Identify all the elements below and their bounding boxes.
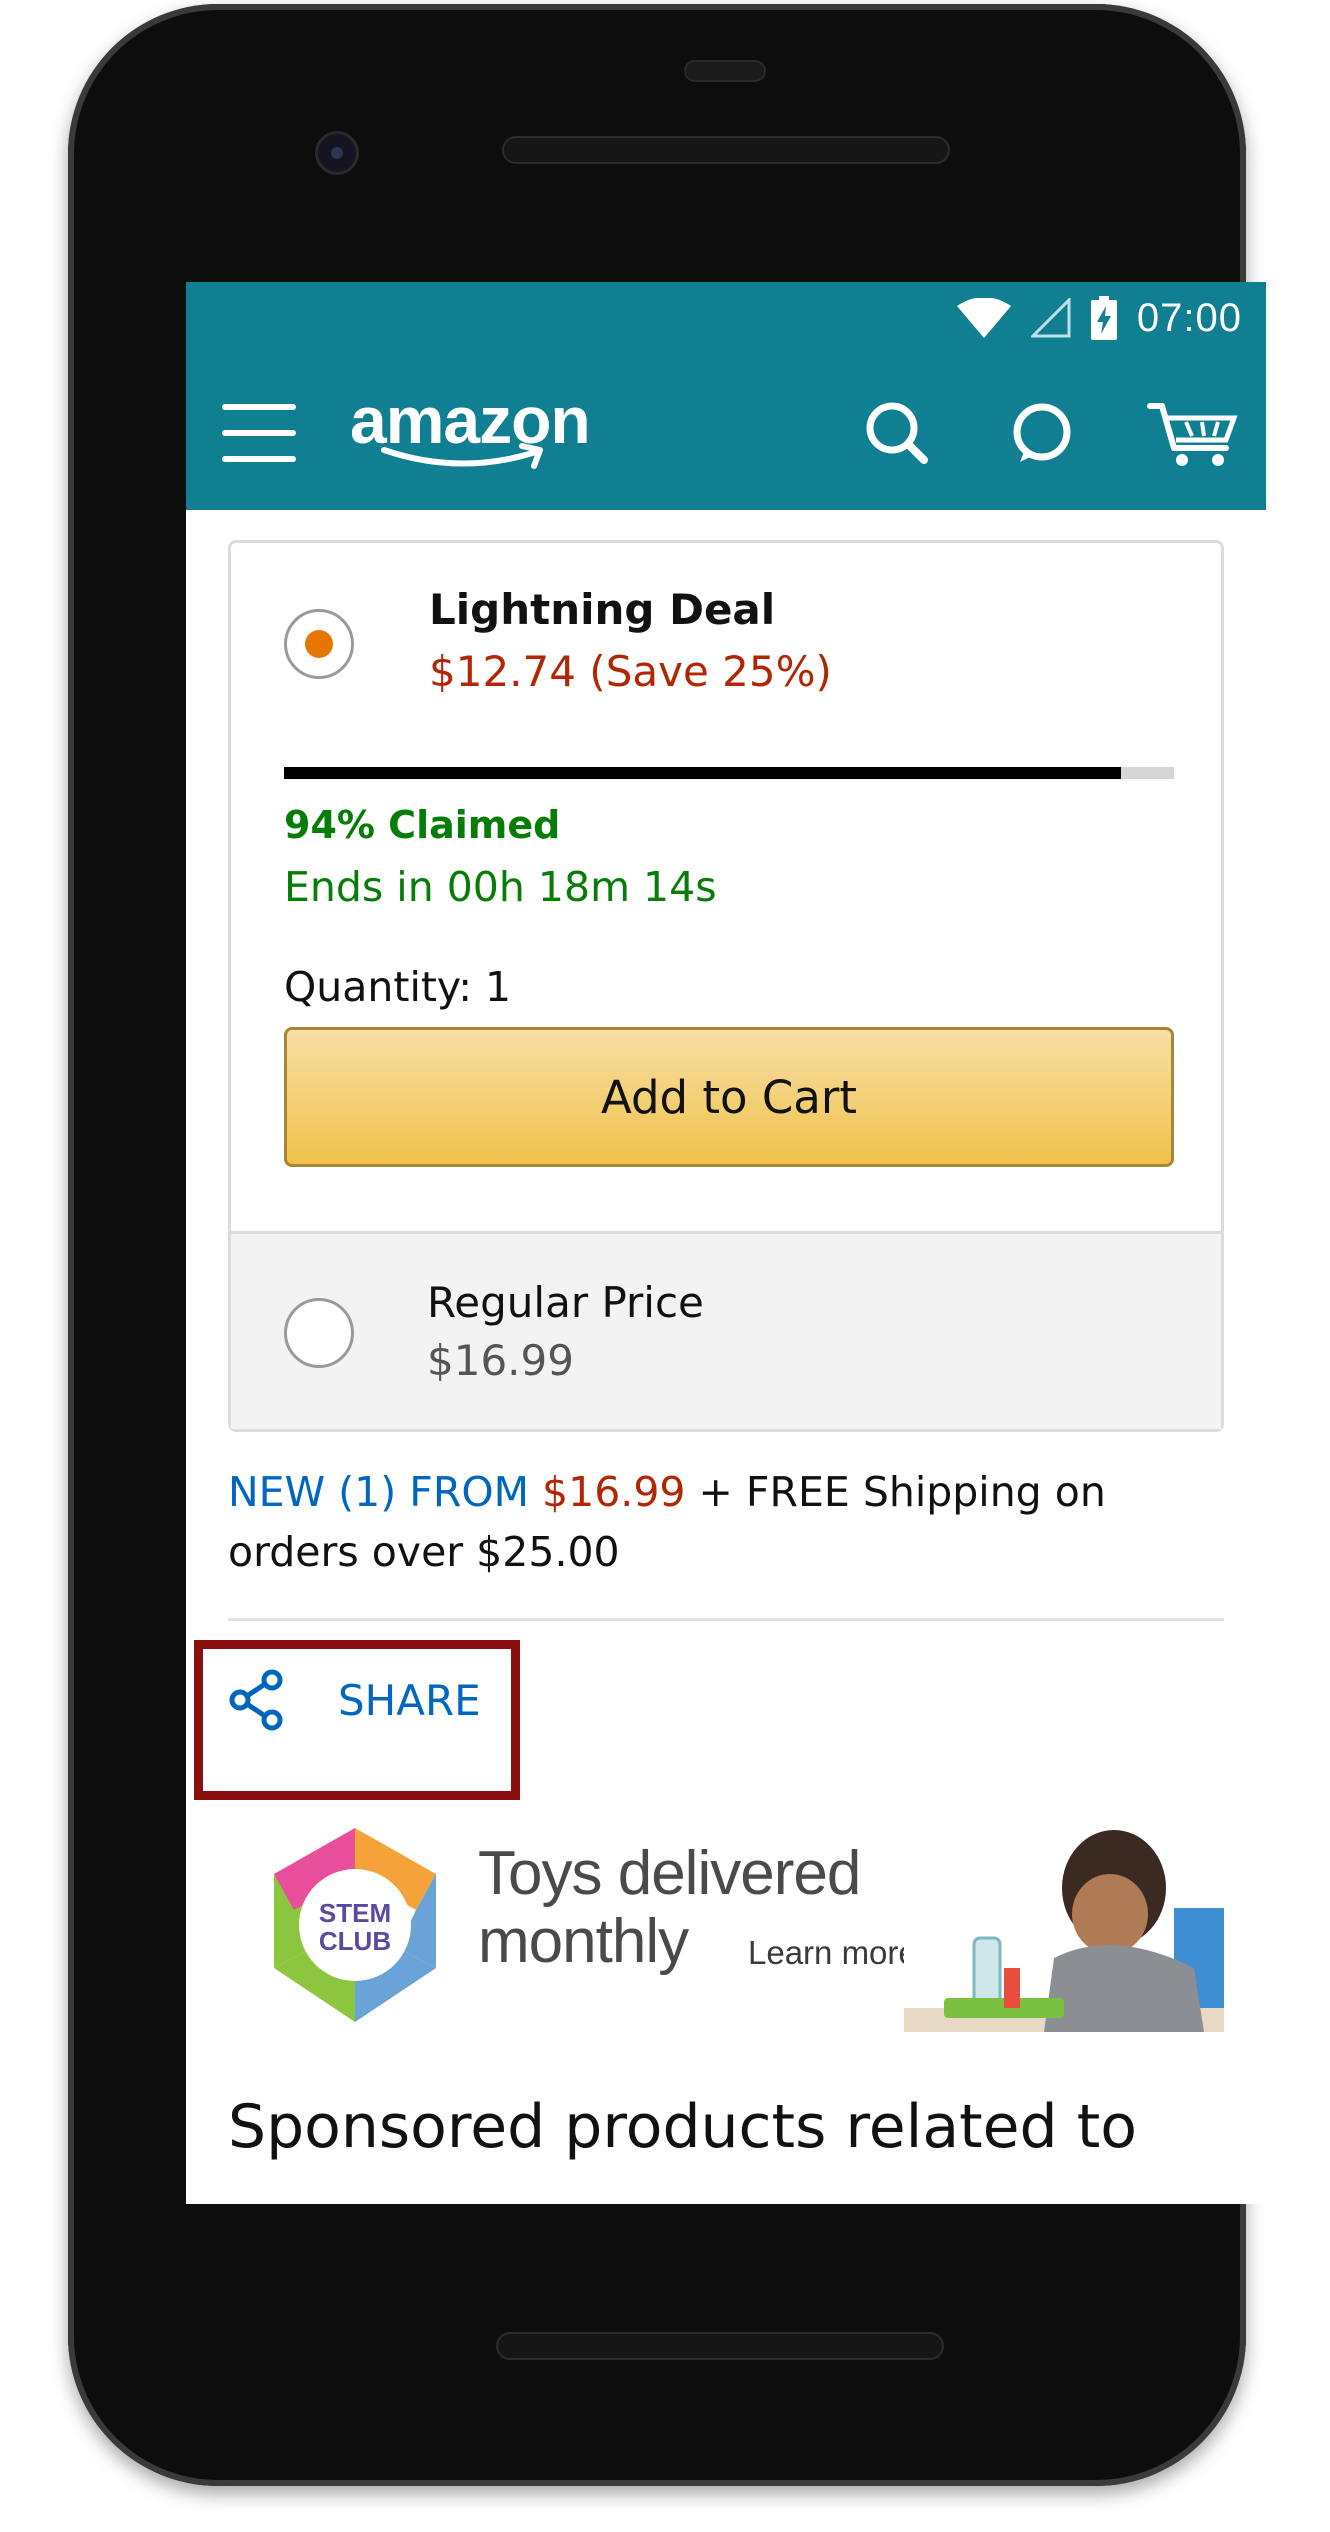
claimed-label: 94% Claimed <box>284 803 561 847</box>
quantity-selector[interactable]: Quantity: 1 <box>284 963 511 1011</box>
buying-options-box: Lightning Deal $12.74 (Save 25%) 94% Cla… <box>228 540 1224 1432</box>
stem-club-logo: STEM CLUB <box>274 1828 436 2022</box>
cart-icon[interactable] <box>1146 392 1242 472</box>
badge-line-1: STEM <box>319 1898 391 1928</box>
wifi-icon <box>956 298 1011 338</box>
smile-arrow-icon <box>381 443 543 469</box>
sponsored-heading: Sponsored products related to <box>228 2092 1137 2162</box>
divider <box>228 1618 1224 1621</box>
badge-line-2: CLUB <box>319 1926 391 1956</box>
alexa-icon[interactable] <box>1002 392 1082 472</box>
claimed-progress-bar <box>284 767 1174 779</box>
battery-charging-icon <box>1090 296 1117 340</box>
banner-headline-2: monthly <box>478 1907 689 1976</box>
new-offers-link[interactable]: NEW (1) FROM <box>228 1468 529 1516</box>
banner-headline-1: Toys delivered <box>478 1839 861 1908</box>
offer-listing: NEW (1) FROM $16.99 + FREE Shipping on o… <box>228 1462 1224 1582</box>
regular-price-title: Regular Price <box>427 1278 704 1327</box>
bottom-speaker <box>496 2332 944 2360</box>
phone-frame: 07:00 amazon Lightning Deal $12.74 (Save… <box>68 4 1266 2486</box>
menu-icon[interactable] <box>222 404 296 464</box>
search-icon[interactable] <box>858 392 938 472</box>
lightning-deal-price: $12.74 (Save 25%) <box>429 647 832 696</box>
front-camera <box>315 131 359 175</box>
top-sensor <box>684 60 766 82</box>
child-playing-photo <box>904 1818 1224 2032</box>
deal-countdown: Ends in 00h 18m 14s <box>284 863 717 911</box>
share-icon <box>229 1669 283 1731</box>
status-time: 07:00 <box>1136 295 1242 340</box>
regular-price-option[interactable]: Regular Price $16.99 <box>231 1231 1221 1429</box>
add-to-cart-button[interactable]: Add to Cart <box>284 1027 1174 1167</box>
regular-price-radio[interactable] <box>284 1298 354 1368</box>
share-button[interactable]: SHARE <box>228 1660 481 1740</box>
status-bar: 07:00 <box>186 282 1266 354</box>
offer-price: $16.99 <box>542 1468 686 1516</box>
lightning-deal-title: Lightning Deal <box>429 585 776 634</box>
shipping-text-2: orders over $25.00 <box>228 1528 620 1576</box>
amazon-logo[interactable]: amazon <box>350 382 630 482</box>
signal-icon <box>1030 298 1071 338</box>
lightning-deal-radio[interactable] <box>284 609 354 679</box>
stem-club-banner[interactable]: STEM CLUB Toys delivered monthly Learn m… <box>228 1818 1224 2032</box>
shipping-text: + FREE Shipping on <box>698 1468 1106 1516</box>
top-speaker <box>502 136 950 164</box>
app-bar: amazon <box>186 354 1266 510</box>
regular-price-value: $16.99 <box>427 1336 574 1385</box>
share-label: SHARE <box>338 1675 481 1725</box>
claimed-progress-fill <box>284 767 1121 779</box>
phone-screen: 07:00 amazon Lightning Deal $12.74 (Save… <box>186 282 1266 2204</box>
